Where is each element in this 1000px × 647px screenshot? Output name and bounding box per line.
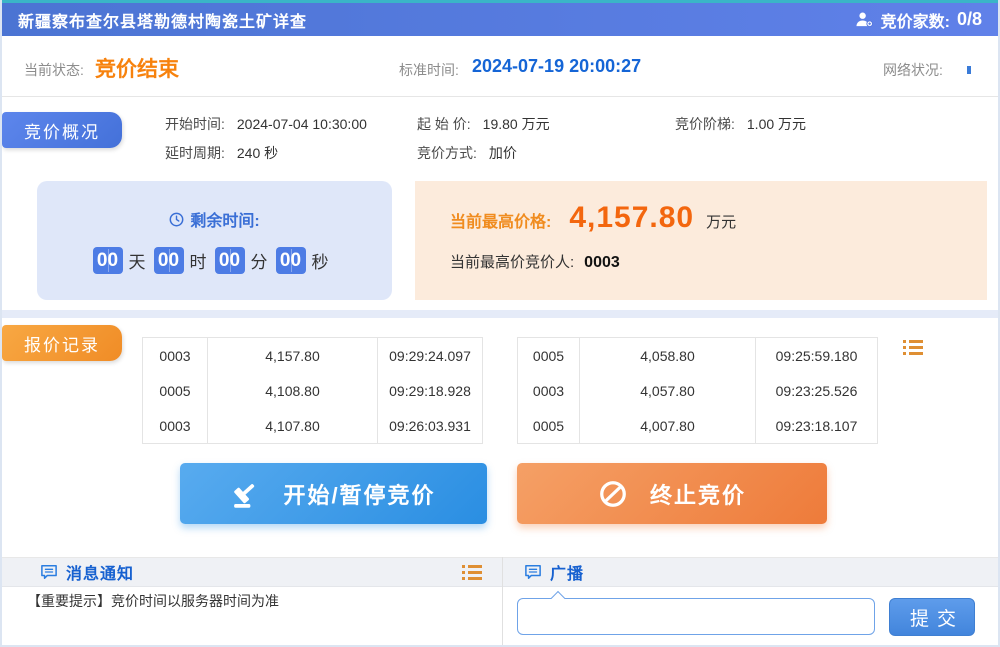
panel-divider (502, 557, 503, 645)
countdown-label: 剩余时间: (190, 207, 259, 231)
countdown-seconds: 00 (276, 247, 306, 274)
unit-minutes: 分 (251, 248, 268, 273)
bidder-count: 竞价家数: 0/8 (855, 8, 982, 32)
highest-price-unit: 万元 (706, 211, 736, 232)
broadcast-panel-header: 广播 (502, 557, 1000, 587)
bidder-cell: 0005 (518, 338, 580, 373)
start-pause-button[interactable]: 开始/暂停竞价 (180, 463, 487, 524)
notice-message: 【重要提示】竞价时间以服务器时间为准 (27, 591, 279, 611)
current-state-label: 当前状态: (24, 60, 84, 80)
highest-price-box: 当前最高价格: 4,157.80 万元 当前最高价竞价人: 0003 (415, 181, 987, 300)
network-status-label: 网络状况: (883, 60, 943, 80)
bid-step-label: 竞价阶梯: (675, 116, 735, 132)
countdown-digits: 00 天 00 时 00 分 00 秒 (93, 247, 337, 274)
current-state-value: 竞价结束 (95, 53, 179, 83)
bidder-cell: 0005 (518, 408, 580, 443)
highest-price-label: 当前最高价格: (450, 208, 551, 232)
bidder-count-value: 0/8 (957, 9, 982, 30)
unit-days: 天 (129, 248, 146, 273)
submit-button[interactable]: 提交 (889, 598, 975, 636)
price-cell: 4,107.80 (208, 408, 378, 443)
bid-mode-value: 加价 (489, 145, 517, 161)
section-divider-band (2, 310, 998, 318)
table-row: 0003 4,057.80 09:23:25.526 (518, 373, 877, 408)
overview-badge: 竞价概况 (2, 112, 122, 148)
countdown-minutes: 00 (215, 247, 245, 274)
chat-icon (524, 564, 542, 580)
unit-hours: 时 (190, 248, 207, 273)
time-cell: 09:23:18.107 (756, 408, 877, 443)
network-signal-icon (967, 66, 971, 74)
terminate-label: 终止竞价 (650, 478, 746, 510)
start-time-field: 开始时间: 2024-07-04 10:30:00 (165, 114, 367, 134)
broadcast-panel-title: 广播 (550, 560, 584, 584)
divider (2, 96, 998, 97)
highest-bidder-line: 当前最高价竞价人: 0003 (450, 251, 987, 272)
start-time-value: 2024-07-04 10:30:00 (237, 116, 367, 132)
bid-step-value: 1.00 万元 (747, 116, 806, 132)
time-cell: 09:23:25.526 (756, 373, 877, 408)
gavel-icon (231, 479, 261, 509)
ban-icon (598, 479, 628, 509)
delay-period-value: 240 秒 (237, 145, 278, 161)
countdown-box: 剩余时间: 00 天 00 时 00 分 00 秒 (37, 181, 392, 300)
price-cell: 4,007.80 (580, 408, 756, 443)
price-cell: 4,108.80 (208, 373, 378, 408)
standard-time-label: 标准时间: (399, 60, 459, 80)
bid-mode-label: 竞价方式: (417, 145, 477, 161)
time-cell: 09:26:03.931 (378, 408, 482, 443)
bid-records-table-right: 0005 4,058.80 09:25:59.180 0003 4,057.80… (517, 337, 878, 444)
records-list-icon[interactable] (903, 340, 923, 356)
bid-records-table-left: 0003 4,157.80 09:29:24.097 0005 4,108.80… (142, 337, 483, 444)
status-row: 当前状态: 竞价结束 标准时间: 2024-07-19 20:00:27 网络状… (2, 36, 998, 96)
bidder-cell: 0003 (143, 408, 208, 443)
time-cell: 09:29:24.097 (378, 338, 482, 373)
clock-icon (169, 212, 184, 227)
bidder-cell: 0005 (143, 373, 208, 408)
header-bar: 新疆察布查尔县塔勒德村陶瓷土矿详查 竞价家数: 0/8 (2, 3, 998, 36)
delay-period-label: 延时周期: (165, 145, 225, 161)
highest-price-line: 当前最高价格: 4,157.80 万元 (450, 201, 987, 235)
terminate-button[interactable]: 终止竞价 (517, 463, 827, 524)
start-pause-label: 开始/暂停竞价 (283, 478, 435, 510)
countdown-title: 剩余时间: (169, 207, 259, 231)
bid-step-field: 竞价阶梯: 1.00 万元 (675, 114, 806, 134)
people-icon (855, 11, 874, 28)
delay-period-field: 延时周期: 240 秒 (165, 143, 278, 163)
start-price-label: 起 始 价: (417, 116, 471, 132)
auction-page: 新疆察布查尔县塔勒德村陶瓷土矿详查 竞价家数: 0/8 当前状态: 竞价结束 标… (0, 0, 1000, 647)
highest-bidder-value: 0003 (584, 254, 620, 271)
countdown-days: 00 (93, 247, 123, 274)
broadcast-input[interactable] (517, 598, 875, 635)
page-title: 新疆察布查尔县塔勒德村陶瓷土矿详查 (18, 8, 307, 32)
bidder-cell: 0003 (518, 373, 580, 408)
table-row: 0005 4,108.80 09:29:18.928 (143, 373, 482, 408)
unit-seconds: 秒 (312, 248, 329, 273)
bidder-cell: 0003 (143, 338, 208, 373)
standard-time-value: 2024-07-19 20:00:27 (472, 56, 641, 77)
table-row: 0003 4,107.80 09:26:03.931 (143, 408, 482, 443)
price-cell: 4,057.80 (580, 373, 756, 408)
start-price-value: 19.80 万元 (483, 116, 550, 132)
time-cell: 09:29:18.928 (378, 373, 482, 408)
start-price-field: 起 始 价: 19.80 万元 (417, 114, 550, 134)
records-badge: 报价记录 (2, 325, 122, 361)
bid-mode-field: 竞价方式: 加价 (417, 143, 517, 163)
bidder-count-label: 竞价家数: (881, 8, 950, 32)
notice-panel-header: 消息通知 (2, 557, 502, 587)
notice-panel-title: 消息通知 (66, 560, 134, 584)
table-row: 0005 4,058.80 09:25:59.180 (518, 338, 877, 373)
countdown-hours: 00 (154, 247, 184, 274)
start-time-label: 开始时间: (165, 116, 225, 132)
price-cell: 4,157.80 (208, 338, 378, 373)
notice-list-icon[interactable] (462, 565, 482, 581)
price-cell: 4,058.80 (580, 338, 756, 373)
time-cell: 09:25:59.180 (756, 338, 877, 373)
table-row: 0003 4,157.80 09:29:24.097 (143, 338, 482, 373)
highest-bidder-label: 当前最高价竞价人: (450, 254, 574, 271)
table-row: 0005 4,007.80 09:23:18.107 (518, 408, 877, 443)
highest-price-value: 4,157.80 (569, 201, 694, 235)
chat-icon (40, 564, 58, 580)
